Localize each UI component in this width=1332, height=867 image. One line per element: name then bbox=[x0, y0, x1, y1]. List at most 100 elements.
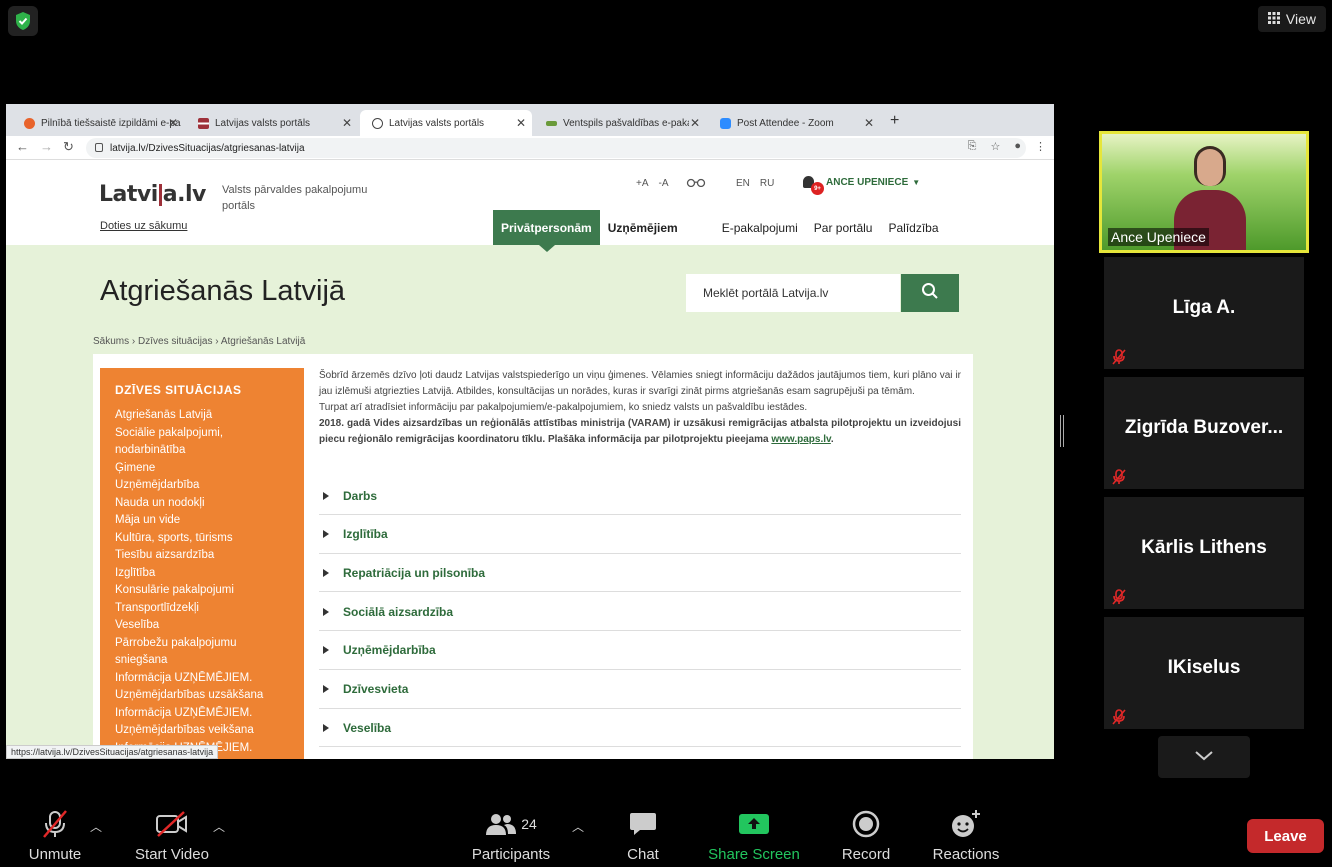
language-switcher: EN RU bbox=[736, 178, 774, 189]
accordion-item[interactable]: Dzīvesvieta bbox=[319, 671, 961, 709]
participants-options-caret-icon[interactable]: ︿ bbox=[572, 818, 584, 835]
accessibility-glasses-icon[interactable] bbox=[686, 177, 706, 190]
reload-icon[interactable]: ↻ bbox=[63, 139, 74, 155]
browser-tab[interactable]: Post Attendee - Zoom ✕ bbox=[708, 110, 880, 136]
lang-en-link[interactable]: EN bbox=[736, 178, 750, 189]
breadcrumb[interactable]: Sākums › Dzīves situācijas › Atgriešanās… bbox=[93, 336, 305, 347]
sidebar-link[interactable]: Uzņēmējdarbības veikšana bbox=[115, 722, 289, 740]
sidebar-link[interactable]: Kultūra, sports, tūrisms bbox=[115, 530, 289, 548]
sidebar-link[interactable]: Informācija UZŅĒMĒJIEM. bbox=[115, 670, 289, 688]
sidebar-title: DZĪVES SITUĀCIJAS bbox=[115, 383, 242, 397]
sidebar-link[interactable]: Informācija UZŅĒMĒJIEM. bbox=[115, 705, 289, 723]
unmute-button[interactable]: Unmute bbox=[22, 808, 88, 863]
translate-icon[interactable]: ⎘ bbox=[968, 140, 977, 153]
user-menu[interactable]: 9+ ANCE UPENIECE ▼ bbox=[803, 176, 920, 195]
record-button[interactable]: Record bbox=[838, 808, 894, 863]
accordion-item[interactable]: Repatriācija un pilsonība bbox=[319, 554, 961, 593]
accordion-label: Darbs bbox=[343, 488, 378, 503]
sidebar-link[interactable]: Ģimene bbox=[115, 460, 289, 478]
share-screen-button[interactable]: Share Screen bbox=[706, 808, 802, 863]
audio-options-caret-icon[interactable]: ︿ bbox=[90, 818, 102, 835]
sidebar-link[interactable]: Sociālie pakalpojumi, nodarbinātība bbox=[115, 425, 289, 460]
chat-button[interactable]: Chat bbox=[622, 808, 664, 863]
panel-resize-handle[interactable] bbox=[1060, 415, 1064, 447]
browser-tab[interactable]: Latvijas valsts portāls ✕ bbox=[186, 110, 358, 136]
font-size-controls: +A -A bbox=[636, 178, 669, 189]
chevron-down-icon bbox=[1195, 748, 1213, 766]
microphone-muted-icon bbox=[22, 808, 88, 840]
sidebar-link[interactable]: Izglītība bbox=[115, 565, 289, 583]
browser-tab[interactable]: Pilnībā tiešsaistē izpildāmi e-pa ✕ bbox=[12, 110, 184, 136]
participant-tile[interactable]: IKiselus bbox=[1104, 617, 1304, 729]
participant-tile[interactable]: Kārlis Lithens bbox=[1104, 497, 1304, 609]
sidebar-link[interactable]: Nauda un nodokļi bbox=[115, 495, 289, 513]
accordion-item[interactable]: Sociālā aizsardzība bbox=[319, 593, 961, 632]
participants-label: Participants bbox=[471, 846, 551, 863]
accordion-label: Sociālā aizsardzība bbox=[343, 604, 454, 619]
new-tab-icon[interactable]: + bbox=[890, 112, 899, 130]
browser-tab[interactable]: Ventspils pašvaldības e-pakalp ✕ bbox=[534, 110, 706, 136]
participant-video-tile[interactable]: Ance Upeniece bbox=[1099, 131, 1309, 253]
accordion-item[interactable]: Uzņēmējdarbība bbox=[319, 632, 961, 670]
participant-tile[interactable]: Līga A. bbox=[1104, 257, 1304, 369]
status-bar-url: https://latvija.lv/DzivesSituacijas/atgr… bbox=[6, 745, 219, 759]
browser-tab-active[interactable]: Latvijas valsts portāls ✕ bbox=[360, 110, 532, 136]
security-shield-icon[interactable] bbox=[8, 6, 38, 36]
close-tab-icon[interactable]: ✕ bbox=[864, 116, 874, 130]
gallery-next-button[interactable] bbox=[1158, 736, 1250, 778]
search-icon bbox=[921, 282, 939, 305]
reactions-button[interactable]: Reactions bbox=[929, 808, 1003, 863]
home-link[interactable]: Doties uz sākumu bbox=[100, 220, 187, 232]
nav-private-persons[interactable]: Privātpersonām bbox=[493, 210, 600, 245]
url-input[interactable]: latvija.lv/DzivesSituacijas/atgriesanas-… bbox=[86, 138, 1026, 158]
font-larger-button[interactable]: +A bbox=[636, 178, 649, 189]
video-options-caret-icon[interactable]: ︿ bbox=[213, 818, 225, 835]
sidebar-link[interactable]: Pārrobežu pakalpojumu sniegšana bbox=[115, 635, 289, 670]
accordion-label: Dzīvesvieta bbox=[343, 682, 409, 696]
close-tab-icon[interactable]: ✕ bbox=[168, 116, 178, 130]
sidebar-link[interactable]: Transportlīdzekļi bbox=[115, 600, 289, 618]
sidebar-link[interactable]: Atgriešanās Latvijā bbox=[115, 407, 289, 425]
leave-meeting-button[interactable]: Leave bbox=[1247, 819, 1324, 853]
tab-favicon-icon bbox=[198, 117, 209, 129]
sidebar-link[interactable]: Māja un vide bbox=[115, 512, 289, 530]
view-button[interactable]: View bbox=[1257, 6, 1326, 32]
user-icon: 9+ bbox=[803, 176, 824, 195]
accordion-item[interactable]: Darbs bbox=[319, 477, 961, 515]
tab-title: Latvijas valsts portāls bbox=[215, 117, 311, 129]
start-video-button[interactable]: Start Video bbox=[128, 808, 216, 863]
sidebar-link[interactable]: Konsulārie pakalpojumi bbox=[115, 582, 289, 600]
sidebar-link[interactable]: Uzņēmējdarbības uzsākšana bbox=[115, 687, 289, 705]
participants-button[interactable]: 24 Participants bbox=[468, 808, 554, 863]
participant-tile[interactable]: Zigrīda Buzover... bbox=[1104, 377, 1304, 489]
forward-arrow-icon[interactable]: → bbox=[40, 139, 53, 154]
profile-icon[interactable]: ● bbox=[1014, 140, 1021, 153]
nav-about[interactable]: Par portālu bbox=[806, 210, 881, 245]
close-tab-icon[interactable]: ✕ bbox=[342, 116, 352, 130]
back-arrow-icon[interactable]: ← bbox=[16, 139, 29, 154]
share-screen-icon bbox=[706, 808, 802, 840]
accordion-item[interactable]: Veselība bbox=[319, 709, 961, 748]
nav-help[interactable]: Palīdzība bbox=[880, 210, 946, 245]
participant-name: IKiselus bbox=[1167, 657, 1241, 678]
nav-businesses[interactable]: Uzņēmējiem bbox=[600, 210, 686, 245]
sidebar-link[interactable]: Tiesību aizsardzība bbox=[115, 547, 289, 565]
accordion-item[interactable]: Izglītība bbox=[319, 516, 961, 554]
font-smaller-button[interactable]: -A bbox=[659, 178, 669, 189]
lang-ru-link[interactable]: RU bbox=[760, 178, 774, 189]
search-input[interactable]: Meklēt portālā Latvija.lv bbox=[686, 274, 900, 312]
chat-label: Chat bbox=[627, 846, 659, 863]
site-header: Latvi a.lv Valsts pārvaldes pakalpojumu p… bbox=[6, 160, 1054, 252]
muted-microphone-icon bbox=[1110, 469, 1128, 485]
kebab-menu-icon[interactable]: ⋮ bbox=[1035, 140, 1046, 153]
search-button[interactable] bbox=[901, 274, 959, 312]
site-logo[interactable]: Latvi a.lv bbox=[99, 182, 206, 207]
nav-e-services[interactable]: E-pakalpojumi bbox=[714, 210, 806, 245]
close-tab-icon[interactable]: ✕ bbox=[690, 116, 700, 130]
close-tab-icon[interactable]: ✕ bbox=[516, 116, 526, 130]
paps-link[interactable]: www.paps.lv bbox=[771, 434, 830, 445]
sidebar-link[interactable]: Uzņēmējdarbība bbox=[115, 477, 289, 495]
sidebar-link[interactable]: Veselība bbox=[115, 617, 289, 635]
participant-name: Līga A. bbox=[1172, 297, 1236, 318]
bookmark-star-icon[interactable]: ☆ bbox=[990, 140, 1000, 153]
